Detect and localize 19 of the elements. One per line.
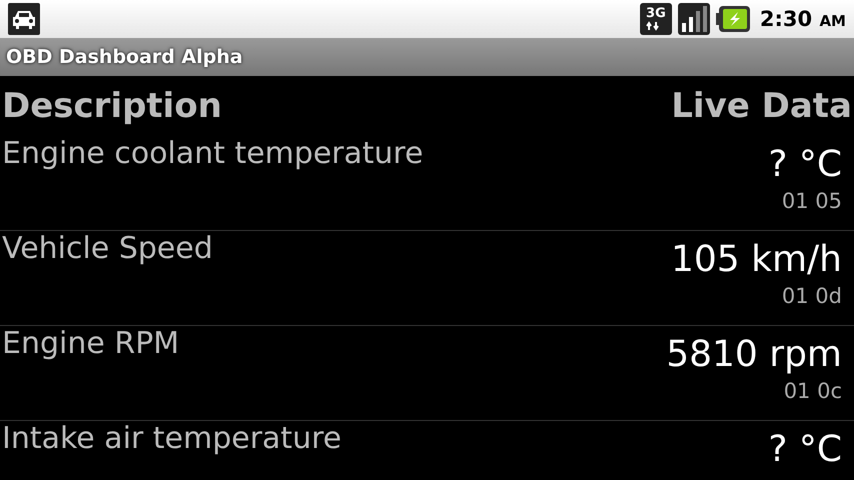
pid-code: 01 0d <box>782 284 842 308</box>
description-text: Engine coolant temperature <box>2 136 424 173</box>
column-header: Description <box>2 86 222 126</box>
network-3g-icon: 3G <box>640 3 672 35</box>
description-text: Intake air temperature <box>2 421 342 458</box>
description-text: Engine RPM <box>2 326 180 363</box>
live-value: 105 km/h <box>670 239 842 280</box>
live-value: ? °C <box>768 144 842 185</box>
live-value: 5810 rpm <box>666 334 842 375</box>
live-value: ? °C <box>768 429 842 470</box>
pid-code: 01 0c <box>784 379 842 403</box>
battery-charging-icon <box>716 6 750 32</box>
car-icon <box>8 3 40 35</box>
pid-code: 01 05 <box>782 189 842 213</box>
signal-icon <box>678 3 710 35</box>
column-header: Live Data <box>671 86 852 126</box>
description-text: Vehicle Speed <box>2 231 213 268</box>
clock-time: 2:30 AM <box>760 7 846 31</box>
app-title: OBD Dashboard Alpha <box>6 46 243 68</box>
